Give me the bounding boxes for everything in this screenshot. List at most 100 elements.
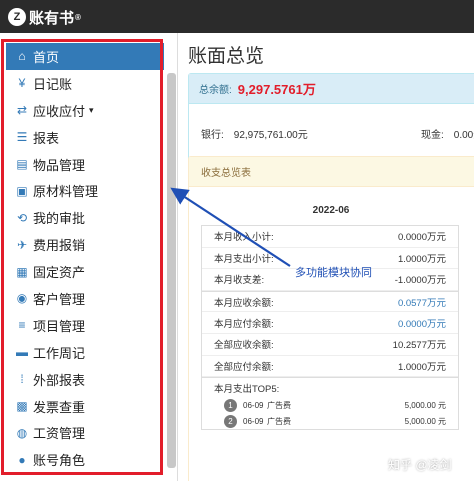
sidebar-item-13[interactable]: ▩ 发票查重: [6, 393, 164, 420]
balance-panel: 总余额: 9,297.5761万 银行: 92,975,761.00元 现金: …: [188, 73, 474, 167]
top5-category: 广告费: [267, 416, 291, 426]
sidebar-item-4[interactable]: ▤ 物品管理: [6, 151, 164, 178]
registered-mark: ®: [75, 12, 81, 22]
comment-icon: ▬: [16, 345, 28, 360]
home-icon: ⌂: [18, 49, 26, 64]
summary-row-label: 本月收支差:: [214, 275, 265, 287]
summary-row-value: 1.0000万元: [397, 361, 446, 373]
sidebar-item-label: 报表: [33, 130, 60, 146]
summary-panel: 收支总览表 2022-06 本月收入小计: 0.0000万元 本月支出小计: 1.00…: [188, 156, 474, 481]
summary-row: 本月收入小计: 0.0000万元: [202, 226, 458, 248]
sidebar-item-1[interactable]: ¥ 日记账: [6, 70, 164, 97]
sidebar-item-label: 费用报销: [33, 238, 86, 254]
top5-amount: 5,000.00 元: [404, 400, 446, 410]
annotation-label: 多功能模块协同: [295, 267, 372, 279]
top5-amount: 5,000.00 元: [404, 416, 446, 426]
sidebar-item-label: 应收应付: [33, 103, 86, 119]
summary-period: 2022-06: [312, 205, 350, 216]
summary-row: 全部应付余额: 1.0000万元: [202, 356, 458, 378]
sidebar-item-label: 固定资产: [33, 265, 86, 281]
summary-row-label: 全部应收余额:: [214, 340, 274, 352]
app-logo[interactable]: Z 账有书 ®: [8, 7, 81, 27]
plane-icon: ✈: [16, 237, 28, 252]
list-icon: ☰: [16, 130, 28, 145]
summary-row-value: 1.0000万元: [397, 253, 446, 265]
sidebar-item-2[interactable]: ⇄ 应收应付 ▾: [6, 97, 164, 124]
rank-badge: 1: [224, 398, 237, 412]
sidebar: ⌂ 首页 ¥ 日记账 ⇄ 应收应付 ▾ ☰ 报表 ▤ 物品管理 ▣ 原材料管理 ⟲ 我的审批 ✈ 费用报销 ▦ 固定…: [0, 33, 178, 481]
shuffle-icon: ⇄: [16, 103, 28, 118]
cash-balance: 现金: 0.00元: [421, 130, 474, 141]
sidebar-item-label: 原材料管理: [33, 184, 99, 200]
piggy-bank-icon: ◍: [16, 425, 28, 440]
bank-balance: 银行: 92,975,761.00元: [201, 130, 308, 141]
sidebar-item-14[interactable]: ◍ 工资管理: [6, 419, 164, 446]
total-balance-value: 9,297.5761万: [237, 82, 316, 97]
top5-date: 06-09: [243, 400, 264, 410]
globe-icon: ◉: [16, 291, 28, 306]
grid-icon: ⁞: [20, 372, 24, 387]
app-name: 账有书: [29, 9, 75, 27]
sidebar-item-label: 客户管理: [33, 291, 86, 307]
summary-row-label: 全部应付余额:: [214, 361, 274, 373]
summary-row-value: -1.0000万元: [394, 275, 446, 287]
sidebar-item-5[interactable]: ▣ 原材料管理: [6, 177, 164, 204]
sidebar-menu: ⌂ 首页 ¥ 日记账 ⇄ 应收应付 ▾ ☰ 报表 ▤ 物品管理 ▣ 原材料管理 ⟲ 我的审批 ✈ 费用报销 ▦ 固定…: [6, 43, 164, 473]
tasks-icon: ≡: [18, 318, 26, 333]
retweet-icon: ⟲: [16, 210, 28, 225]
top5-row: 2 06-09 广告费 5,000.00 元: [202, 413, 458, 429]
sidebar-item-label: 首页: [33, 49, 60, 65]
sidebar-item-10[interactable]: ≡ 项目管理: [6, 312, 164, 339]
summary-row-value[interactable]: 0.0000万元: [398, 316, 446, 330]
page-title: 账面总览: [188, 46, 265, 67]
user-icon: ●: [18, 452, 26, 467]
summary-table: 本月收入小计: 0.0000万元 本月支出小计: 1.0000万元 本月收支差: -1.0…: [201, 225, 459, 431]
sidebar-item-label: 我的审批: [33, 211, 86, 227]
main-content: 账面总览 总余额: 9,297.5761万 银行: 92,975,761.00元…: [178, 33, 474, 481]
sidebar-item-label: 工作周记: [33, 345, 86, 361]
sidebar-item-label: 外部报表: [33, 372, 86, 388]
summary-row-label: 本月应收余额:: [214, 297, 274, 309]
summary-row-value: 0.0000万元: [397, 232, 446, 244]
summary-row: 本月应收余额: 0.0577万元: [202, 290, 458, 313]
inbox-icon: ▣: [16, 183, 28, 198]
sidebar-item-11[interactable]: ▬ 工作周记: [6, 339, 164, 366]
sidebar-item-label: 账号角色: [33, 453, 86, 469]
sidebar-item-label: 项目管理: [33, 318, 86, 334]
rank-badge: 2: [224, 414, 237, 428]
sidebar-item-6[interactable]: ⟲ 我的审批: [6, 204, 164, 231]
summary-row-value[interactable]: 0.0577万元: [398, 295, 446, 309]
sidebar-item-8[interactable]: ▦ 固定资产: [6, 258, 164, 285]
summary-row-label: 本月收入小计:: [214, 232, 274, 244]
book-icon: ▤: [16, 157, 28, 171]
qrcode-icon: ▩: [16, 399, 28, 414]
balance-panel-header: 总余额: 9,297.5761万: [189, 74, 474, 104]
top5-row: 1 06-09 广告费 5,000.00 元: [202, 397, 458, 413]
sidebar-item-15[interactable]: ● 账号角色: [6, 446, 164, 473]
summary-row-value: 10.2577万元: [392, 340, 446, 352]
sidebar-item-label: 日记账: [33, 76, 73, 92]
summary-row: 本月应付余额: 0.0000万元: [202, 312, 458, 334]
caret-down-icon: ▾: [89, 104, 94, 115]
sidebar-item-label: 工资管理: [33, 426, 86, 442]
sidebar-item-12[interactable]: ⁞ 外部报表: [6, 366, 164, 393]
top-bar: Z 账有书 ®: [0, 0, 474, 33]
summary-row: 全部应收余额: 10.2577万元: [202, 334, 458, 356]
summary-row-label: 本月应付余额:: [214, 318, 274, 330]
summary-row-label: 本月支出小计:: [214, 253, 274, 265]
top5-category: 广告费: [267, 400, 291, 410]
total-balance-label: 总余额:: [199, 85, 232, 96]
sidebar-item-label: 发票查重: [33, 399, 86, 415]
watermark: 知乎 @凌剑: [388, 458, 452, 472]
sidebar-item-9[interactable]: ◉ 客户管理: [6, 285, 164, 312]
top5-title: 本月支出TOP5:: [202, 377, 458, 397]
briefcase-icon: ▦: [16, 264, 28, 279]
sidebar-item-3[interactable]: ☰ 报表: [6, 124, 164, 151]
yen-icon: ¥: [18, 76, 26, 91]
sidebar-scrollbar[interactable]: [167, 73, 176, 468]
sidebar-item-7[interactable]: ✈ 费用报销: [6, 231, 164, 258]
logo-mark-icon: Z: [8, 8, 26, 26]
top5-date: 06-09: [243, 416, 264, 426]
sidebar-item-label: 物品管理: [33, 157, 86, 173]
sidebar-item-0[interactable]: ⌂ 首页: [6, 43, 164, 70]
